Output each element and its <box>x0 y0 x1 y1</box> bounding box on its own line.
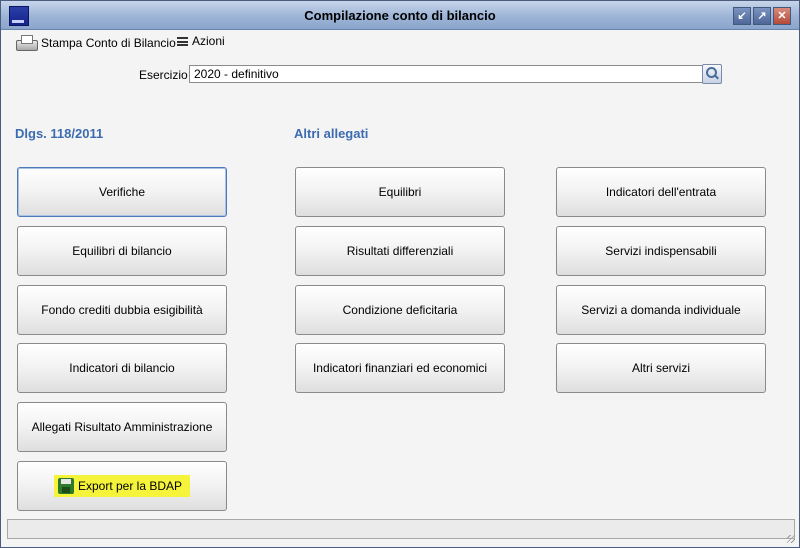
servizi-indispensabili-button[interactable]: Servizi indispensabili <box>556 226 766 276</box>
verifiche-button[interactable]: Verifiche <box>17 167 227 217</box>
printer-icon <box>15 34 38 52</box>
status-bar <box>7 519 795 539</box>
window-title: Compilazione conto di bilancio <box>304 8 496 23</box>
search-button[interactable] <box>702 64 722 84</box>
actions-menu[interactable]: Azioni <box>177 34 225 48</box>
equilibri-button[interactable]: Equilibri <box>295 167 505 217</box>
condizione-deficitaria-button[interactable]: Condizione deficitaria <box>295 285 505 335</box>
esercizio-label: Esercizio <box>139 68 188 82</box>
minimize-icon[interactable]: ↙ <box>733 7 751 25</box>
export-highlight: Export per la BDAP <box>53 475 191 497</box>
servizi-domanda-button[interactable]: Servizi a domanda individuale <box>556 285 766 335</box>
allegati-risultato-button[interactable]: Allegati Risultato Amministrazione <box>17 402 227 452</box>
indicatori-bilancio-button[interactable]: Indicatori di bilancio <box>17 343 227 393</box>
esercizio-field[interactable]: 2020 - definitivo <box>189 65 705 83</box>
maximize-icon[interactable]: ↗ <box>753 7 771 25</box>
close-icon[interactable]: ✕ <box>773 7 791 25</box>
main-window: Compilazione conto di bilancio ↙ ↗ ✕ Sta… <box>0 0 800 548</box>
print-button[interactable]: Stampa Conto di Bilancio <box>15 34 176 52</box>
section-title-altri-allegati: Altri allegati <box>294 126 369 141</box>
window-controls: ↙ ↗ ✕ <box>733 7 791 25</box>
resize-grip-icon[interactable] <box>787 535 795 543</box>
floppy-disk-icon <box>57 478 74 494</box>
altri-servizi-button[interactable]: Altri servizi <box>556 343 766 393</box>
toolbar: Stampa Conto di Bilancio Azioni <box>1 30 799 56</box>
export-bdap-label: Export per la BDAP <box>77 479 183 493</box>
export-bdap-button[interactable]: Export per la BDAP <box>17 461 227 511</box>
indicatori-entrata-button[interactable]: Indicatori dell'entrata <box>556 167 766 217</box>
print-label: Stampa Conto di Bilancio <box>41 36 176 50</box>
title-bar[interactable]: Compilazione conto di bilancio ↙ ↗ ✕ <box>1 1 799 30</box>
menu-icon <box>177 36 188 46</box>
equilibri-bilancio-button[interactable]: Equilibri di bilancio <box>17 226 227 276</box>
section-title-dlgs: Dlgs. 118/2011 <box>15 126 104 141</box>
fondo-crediti-button[interactable]: Fondo crediti dubbia esigibilità <box>17 285 227 335</box>
indicatori-finanziari-button[interactable]: Indicatori finanziari ed economici <box>295 343 505 393</box>
risultati-differenziali-button[interactable]: Risultati differenziali <box>295 226 505 276</box>
actions-label: Azioni <box>192 34 225 48</box>
